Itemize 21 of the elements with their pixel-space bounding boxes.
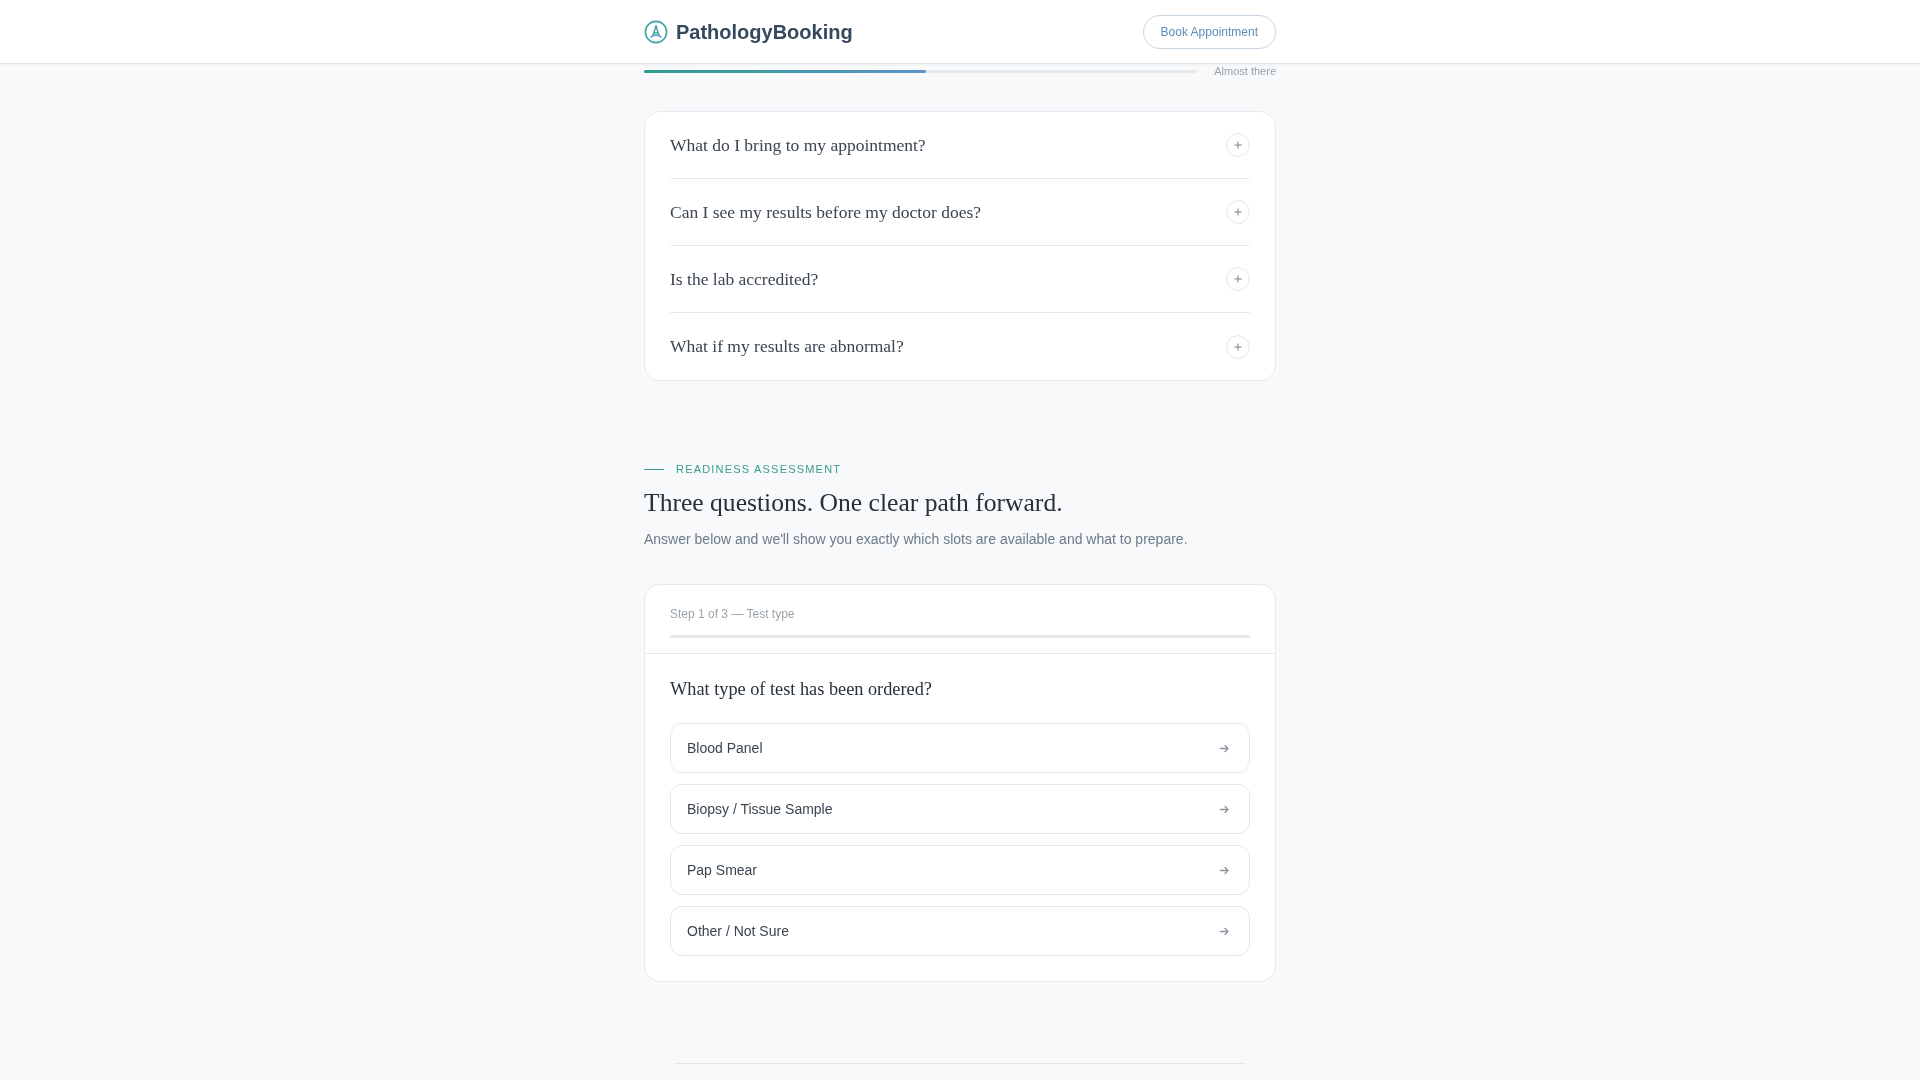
- option-button[interactable]: Pap Smear: [670, 845, 1250, 895]
- faq-question[interactable]: Can I see my results before my doctor does?: [670, 179, 1250, 246]
- arrow-right-icon: [1220, 743, 1229, 753]
- step-label: Step 1 of 3 — Test type: [670, 606, 796, 623]
- step-question: What type of test has been ordered?: [670, 678, 933, 701]
- option-button[interactable]: Blood Panel: [670, 723, 1250, 773]
- brand-name: PathologyBooking: [676, 19, 853, 44]
- option-button[interactable]: Other / Not Sure: [670, 906, 1250, 956]
- section-description: Answer below and we'll show you exactly which slots are available and what to prepare.: [644, 530, 1189, 549]
- faq-question[interactable]: What if my results are abnormal?: [670, 313, 1250, 380]
- faq-question[interactable]: What do I bring to my appointment?: [670, 112, 1250, 179]
- progress-label: Almost there: [1214, 64, 1276, 78]
- arrow-right-icon: [1220, 926, 1229, 936]
- book-appointment-button[interactable]: Book Appointment: [1142, 14, 1276, 49]
- arrow-right-icon: [1220, 804, 1229, 814]
- logo-icon: [644, 19, 668, 44]
- section-eyebrow: READINESS ASSESSMENT: [676, 462, 842, 477]
- arrow-right-icon: [1220, 865, 1229, 875]
- section-heading: Three questions. One clear path forward.: [644, 488, 1064, 518]
- faq-question[interactable]: Is the lab accredited?: [670, 246, 1250, 313]
- option-button[interactable]: Biopsy / Tissue Sample: [670, 784, 1250, 834]
